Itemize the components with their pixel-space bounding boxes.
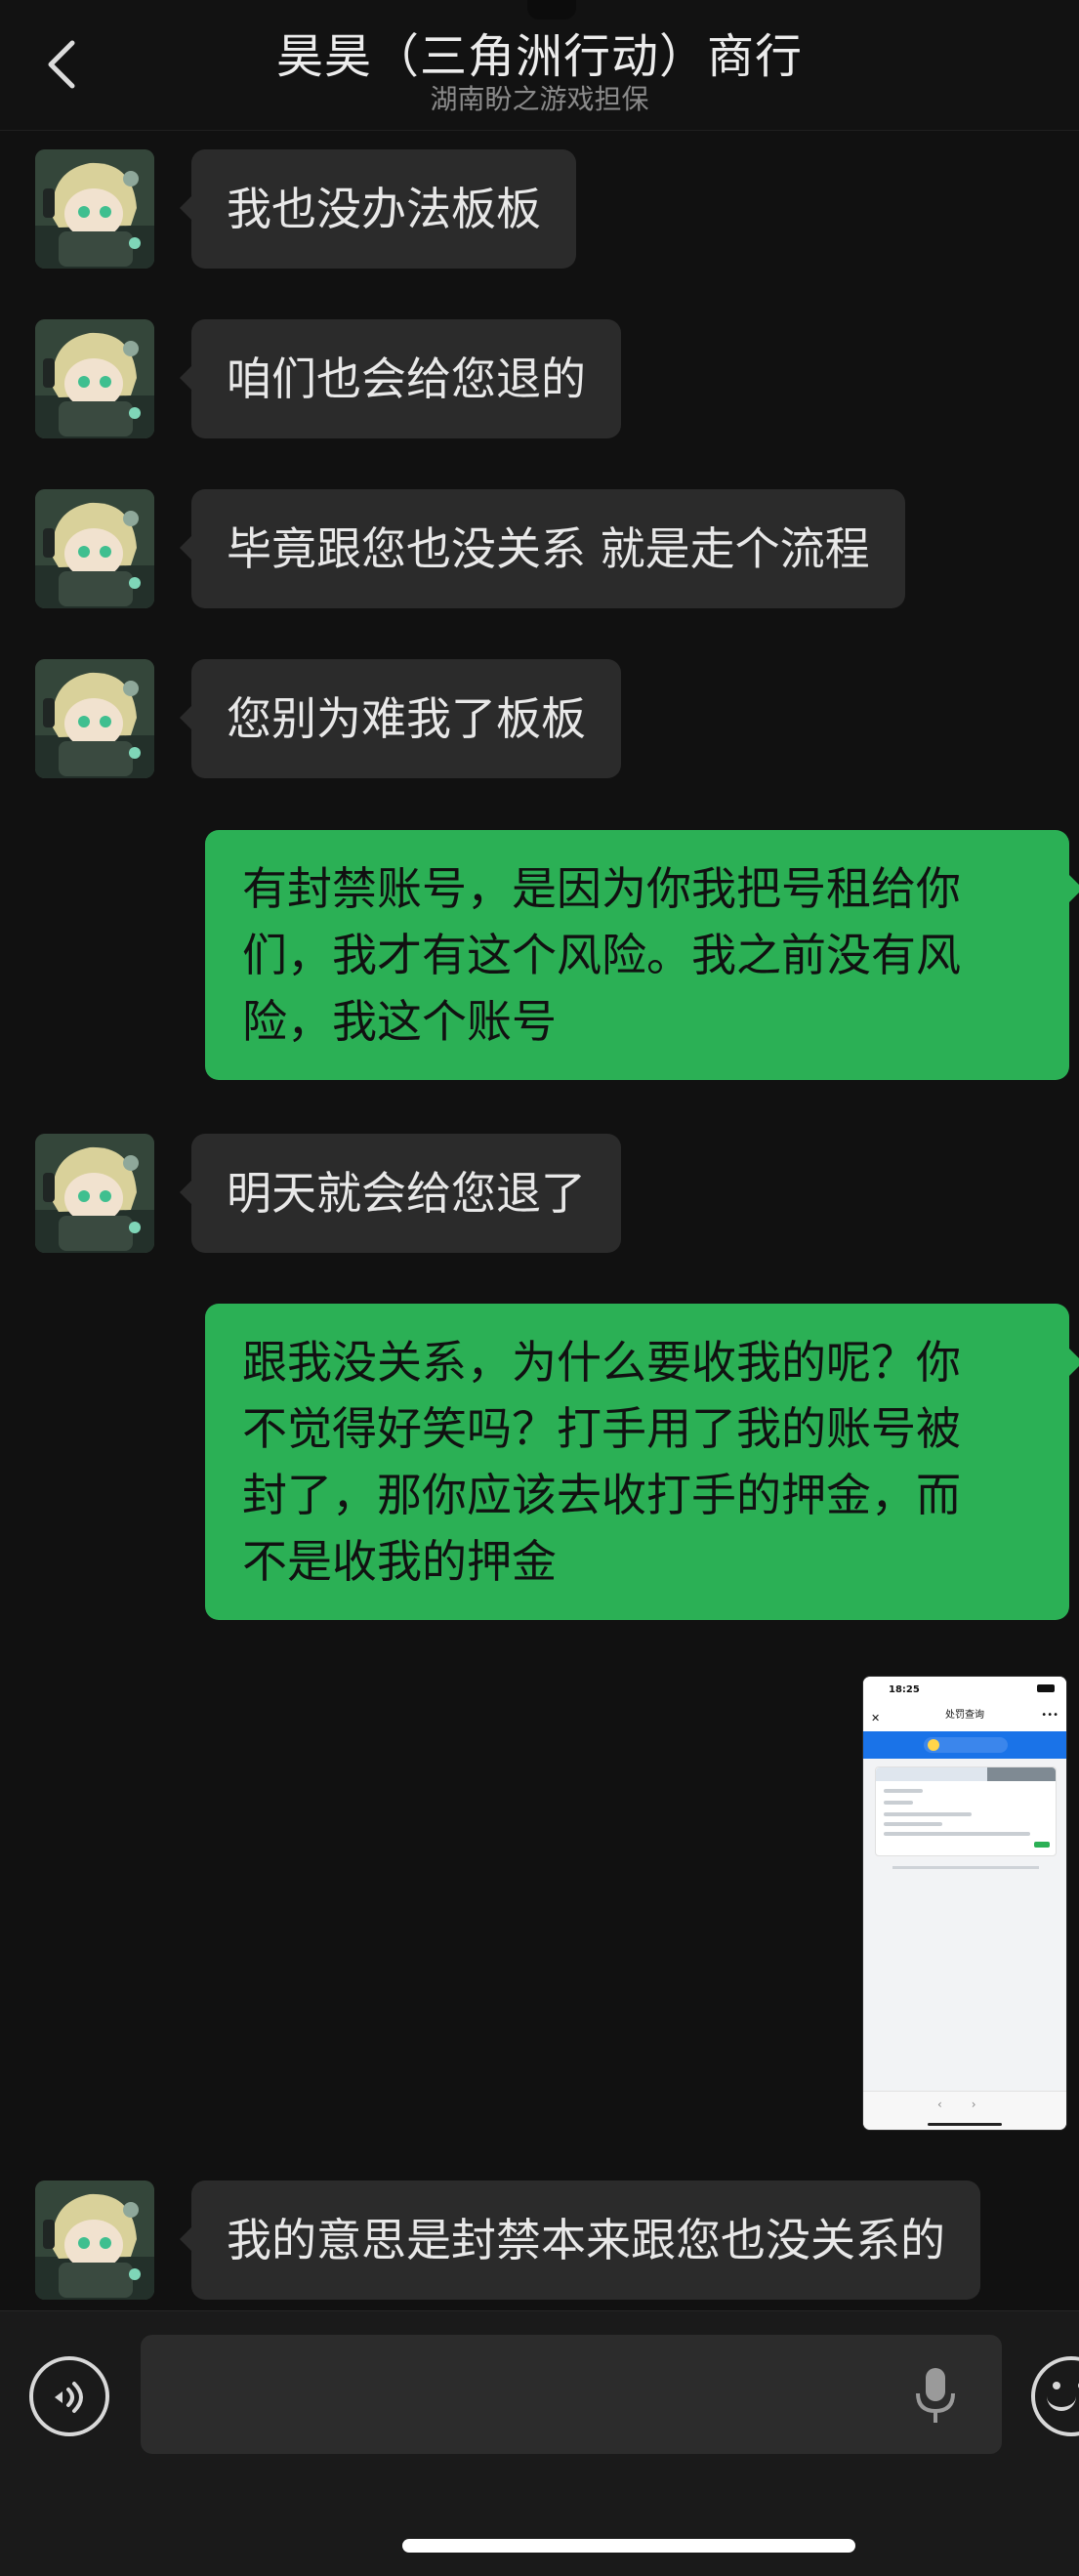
message-line: 不是收我的押金 bbox=[242, 1535, 557, 1588]
voice-icon bbox=[55, 2382, 83, 2413]
nav-arrows-icon: ‹› bbox=[937, 2098, 1006, 2111]
message-bubble[interactable]: 我也没办法板板 bbox=[180, 149, 576, 269]
image-nav-bar: ✕ 处罚查询 ••• bbox=[863, 1702, 1066, 1731]
image-card-thumbnail bbox=[987, 1767, 1056, 1781]
message-input[interactable] bbox=[141, 2335, 1002, 2454]
image-card-header bbox=[876, 1767, 1056, 1781]
image-footnote bbox=[892, 1866, 1039, 1869]
voice-button[interactable] bbox=[29, 2356, 109, 2436]
emoji-eye bbox=[1053, 2382, 1060, 2389]
emoji-mouth bbox=[1047, 2389, 1076, 2411]
avatar[interactable] bbox=[35, 659, 154, 778]
message-bubble[interactable]: 明天就会给您退了 bbox=[180, 1134, 621, 1253]
avatar[interactable] bbox=[35, 2181, 154, 2300]
chat-header: 昊昊（三角洲行动）商行 湖南盼之游戏担保 bbox=[0, 0, 1079, 131]
message-line: 不觉得好笑吗？打手用了我的账号被 bbox=[242, 1402, 961, 1455]
image-status-bar: 18:25 bbox=[863, 1677, 1066, 1702]
close-icon: ✕ bbox=[871, 1712, 881, 1724]
avatar[interactable] bbox=[35, 149, 154, 269]
input-bar bbox=[0, 2310, 1079, 2576]
message-row: 我也没办法板板 bbox=[0, 149, 1079, 269]
message-line: 险，我这个账号 bbox=[242, 995, 557, 1048]
message-bubble[interactable]: 咱们也会给您退的 bbox=[180, 319, 621, 438]
image-text-line bbox=[884, 1822, 942, 1826]
message-bubble-outgoing[interactable]: 有封禁账号，是因为你我把号租给你 们，我才有这个风险。我之前没有风 险，我这个账… bbox=[205, 830, 1079, 1080]
message-bubble[interactable]: 我的意思是封禁本来跟您也没关系的 bbox=[180, 2181, 980, 2300]
chat-screen: 昊昊（三角洲行动）商行 湖南盼之游戏担保 我也没办法板板 咱们也会给您退的 毕竟… bbox=[0, 0, 1079, 2576]
image-text-line bbox=[884, 1789, 923, 1793]
message-row: 毕竟跟您也没关系 就是走个流程 bbox=[0, 489, 1079, 608]
message-row: 明天就会给您退了 bbox=[0, 1134, 1079, 1253]
message-row: 我的意思是封禁本来跟您也没关系的 bbox=[0, 2181, 1079, 2300]
avatar[interactable] bbox=[35, 1134, 154, 1253]
message-bubble-outgoing[interactable]: 跟我没关系，为什么要收我的呢？你 不觉得好笑吗？打手用了我的账号被 封了，那你应… bbox=[205, 1304, 1079, 1620]
message-line: 跟我没关系，为什么要收我的呢？你 bbox=[242, 1336, 961, 1389]
battery-icon bbox=[1037, 1684, 1055, 1692]
image-tag bbox=[1034, 1842, 1050, 1848]
microphone-icon[interactable] bbox=[914, 2364, 957, 2427]
image-banner bbox=[863, 1731, 1066, 1759]
message-bubble[interactable]: 毕竟跟您也没关系 就是走个流程 bbox=[180, 489, 905, 608]
home-indicator[interactable] bbox=[402, 2539, 855, 2553]
message-bubble[interactable]: 您别为难我了板板 bbox=[180, 659, 621, 778]
message-line: 有封禁账号，是因为你我把号租给你 bbox=[242, 862, 961, 915]
logo-icon bbox=[928, 1739, 939, 1751]
more-icon: ••• bbox=[1041, 1710, 1058, 1721]
image-card bbox=[875, 1766, 1057, 1856]
avatar[interactable] bbox=[35, 319, 154, 438]
emoji-button[interactable] bbox=[1031, 2356, 1079, 2436]
image-text-line bbox=[884, 1832, 1030, 1836]
message-row: 咱们也会给您退的 bbox=[0, 319, 1079, 438]
image-home-indicator bbox=[928, 2123, 1002, 2126]
image-bottom-bar: ‹› bbox=[863, 2091, 1066, 2130]
status-notch bbox=[527, 0, 576, 20]
chat-subtitle: 湖南盼之游戏担保 bbox=[430, 83, 649, 115]
avatar[interactable] bbox=[35, 489, 154, 608]
chat-title[interactable]: 昊昊（三角洲行动）商行 bbox=[0, 18, 1079, 86]
image-status-time: 18:25 bbox=[889, 1684, 920, 1695]
image-text-line bbox=[884, 1801, 913, 1805]
message-line: 封了，那你应该去收打手的押金，而 bbox=[242, 1469, 961, 1521]
message-line: 们，我才有这个风险。我之前没有风 bbox=[242, 929, 961, 981]
message-row: 您别为难我了板板 bbox=[0, 659, 1079, 778]
image-nav-title: 处罚查询 bbox=[945, 1710, 984, 1721]
image-message[interactable]: 18:25 ✕ 处罚查询 ••• ‹› bbox=[862, 1676, 1067, 2131]
image-text-line bbox=[884, 1812, 972, 1816]
